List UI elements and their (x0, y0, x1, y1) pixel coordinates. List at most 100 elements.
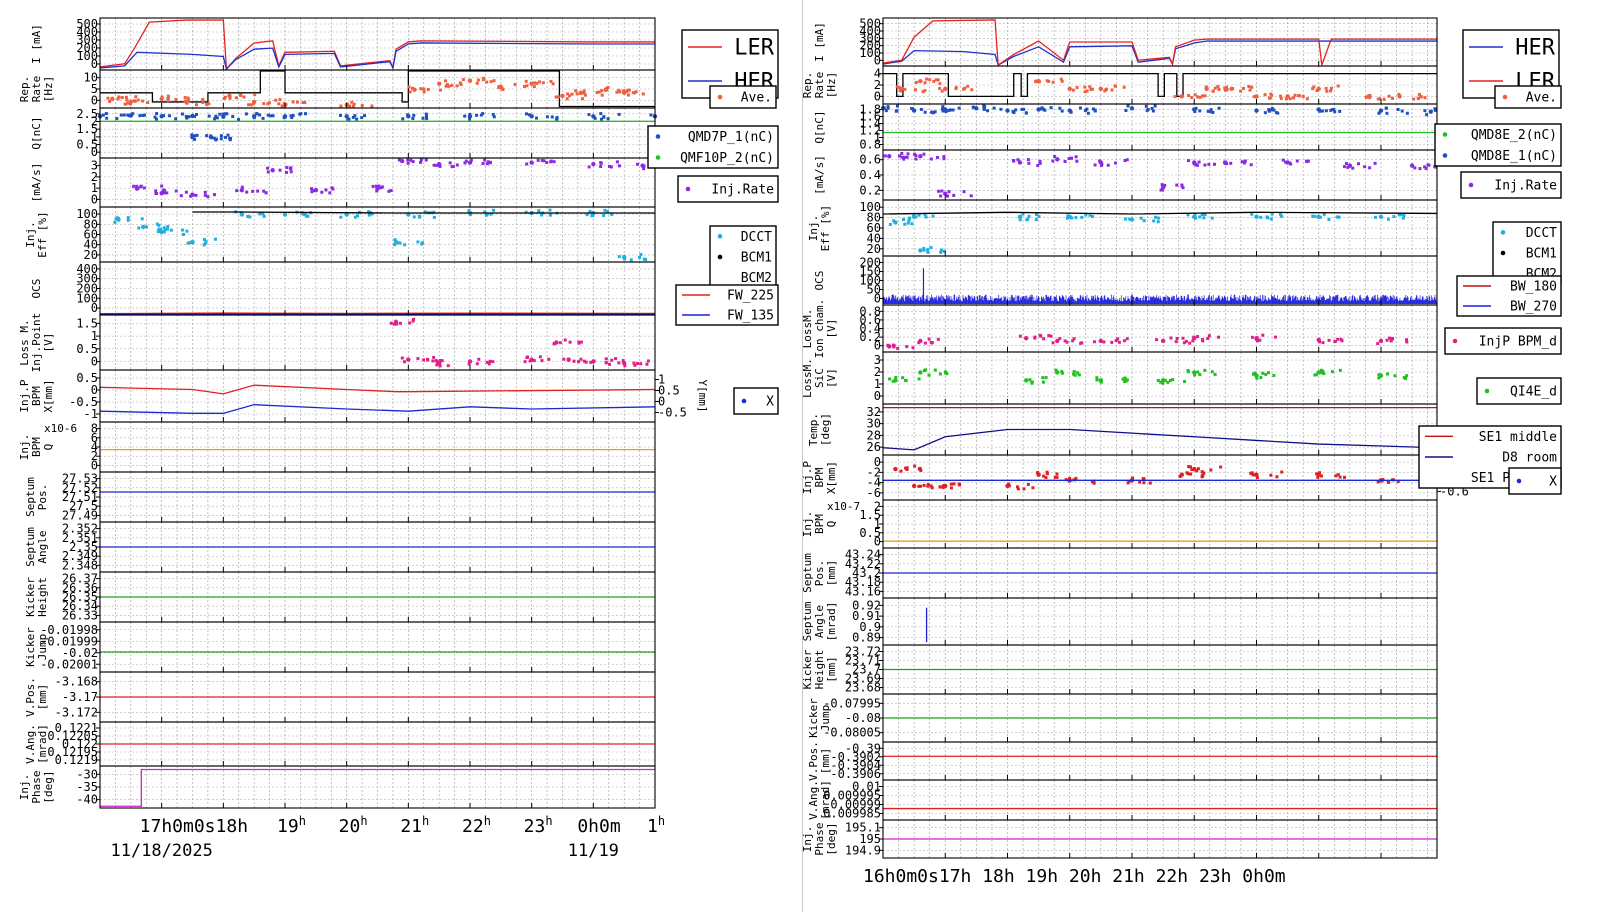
series-inj-rate-point (184, 190, 188, 194)
ylabel-line-deg: [deg] (819, 413, 832, 446)
xtick-label-21h: 21h (400, 814, 429, 837)
series-inj-rate-point (1357, 162, 1361, 166)
series-ave-point (201, 100, 205, 104)
row-9-inj-p-bpm-x-mm: 0-2-4-60-0.2-0.4-0.6Inj.PBPMX[mm] (803, 454, 1469, 501)
series-qmd7p-1-nc-point (104, 112, 108, 116)
series-qmd8e-1-nc-point (894, 109, 898, 113)
series-ave-point (1193, 93, 1197, 97)
series-inj-rate-point (1175, 183, 1179, 187)
series-dcct-point (1026, 217, 1030, 221)
series-qi4e-d-point (1210, 370, 1214, 374)
series-loss-point (614, 357, 618, 361)
series-dcct-point (356, 214, 360, 218)
row-2-q-nc: 2.521.510.50Q[nC] (30, 107, 658, 159)
series-ave-point (1241, 87, 1245, 91)
series-qmd8e-1-nc-point (1267, 108, 1271, 112)
series-inj-rate-point (937, 189, 941, 193)
series-qmd8e-1-nc-point (1153, 104, 1157, 108)
series-inj-rate-point (609, 165, 613, 169)
legend-label-ler: LER (734, 36, 774, 61)
series-qmd8e-1-nc-point (1405, 111, 1409, 115)
series-injp-bpm-d-point (1206, 336, 1210, 340)
ytick-label-0-1219: 0.1219 (55, 753, 98, 767)
series-injp-bpm-d-point (886, 343, 890, 347)
series-ave-point (954, 85, 958, 89)
series-inj-rate-point (1160, 183, 1164, 187)
series-ave-point (634, 90, 638, 94)
series-y-point (1275, 475, 1279, 479)
series-loss-point (392, 322, 396, 326)
series-ave-point (408, 90, 412, 94)
series-dcct-point (1193, 216, 1197, 220)
row-12-septum-angle-mrad: 0.920.910.90.89Septum Angle [mrad] (803, 597, 1438, 646)
series-dcct-point (213, 237, 217, 241)
legend-swatch-ave (717, 94, 723, 100)
series-y-point (918, 484, 922, 488)
series-inj-rate-point (1036, 163, 1040, 167)
row-11-kicker-height: 26.3726.3626.3526.3426.33Kicker Height (24, 571, 656, 623)
xtick-labels: 16h0m0s17h 18h 19h 20h 21h 22h 23h 0h0m (863, 866, 1286, 887)
series-dcct-point (1154, 215, 1158, 219)
series-qmd7p-1-nc-point (101, 113, 105, 117)
series-dcct-point (1313, 214, 1317, 218)
series-ave-point (234, 96, 238, 100)
series-inj-rate-point (154, 189, 158, 193)
series-inj-rate-point (266, 170, 270, 174)
series-qi4e-d-point (924, 368, 928, 372)
series-ave-point (1083, 90, 1087, 94)
series-qi4e-d-point (1261, 371, 1265, 375)
series-y-point (1200, 470, 1204, 474)
series-ave-point (186, 96, 190, 100)
xtick-label-1h: 1h (647, 814, 665, 837)
series-loss-point (608, 362, 612, 366)
series-inj-rate-point (212, 193, 216, 197)
series-qmd8e-1-nc-point (1037, 108, 1041, 112)
series-inj-rate-point (1038, 159, 1042, 163)
series-ave-point (124, 95, 128, 99)
series-dcct-point (166, 225, 170, 229)
legend-label-dcct: DCCT (741, 230, 772, 245)
series-y-point (893, 466, 898, 472)
legend-label-bcm1: BCM1 (1526, 247, 1557, 262)
row-1-rep-rate-hz: 1050Rep. Rate [Hz] (18, 69, 656, 109)
series-qmd7p-1-nc-point (187, 115, 191, 119)
ylabel-line-mm: [mm] (819, 748, 832, 775)
series-inj-rate-point (270, 168, 275, 173)
ytick-label-0-6: 0.6 (859, 153, 881, 167)
series-inj-rate-point (251, 189, 255, 193)
series-dcct-point (1337, 215, 1341, 219)
ytick-label-23-68: 23.68 (845, 681, 881, 695)
series-dcct-point (1027, 214, 1031, 218)
row-15-inj-phase-deg: -30-35-40Inj. Phase [deg] (18, 765, 656, 809)
series-ave-point (1247, 84, 1251, 88)
series-ave-point (1211, 89, 1215, 93)
series-qmd7p-1-nc-point (224, 135, 228, 139)
series-injp-bpm-d-point (905, 345, 909, 349)
legend-6: InjP BPM_d (1444, 327, 1562, 355)
row-5-ocs: 4003002001000OCS (30, 261, 656, 316)
series-bcm1-line (882, 211, 1438, 215)
series-bw-270-bars (882, 294, 1437, 304)
ytick-label-0: 0 (91, 93, 98, 107)
series-qmd8e-1-nc-point (1396, 107, 1400, 111)
series-ave-point (249, 103, 253, 107)
legend-1: Ave. (709, 85, 777, 109)
series-ave-point (537, 80, 541, 84)
series-y-point (1338, 475, 1342, 479)
series-qmd7p-1-nc-point (481, 112, 485, 116)
series-injp-bpm-d-point (1321, 341, 1325, 345)
series-y-point (949, 482, 953, 486)
series-dcct-point (548, 213, 552, 217)
series-qmd8e-1-nc-point (1377, 111, 1381, 115)
series-qmd7p-1-nc-point (128, 114, 132, 118)
series-ave-point (641, 92, 645, 96)
row-8-temp-deg: 32302826Temp. [deg] (807, 403, 1438, 456)
series-loss-point (567, 357, 571, 361)
series-inj-rate-point (1098, 159, 1102, 163)
series-ave-point (476, 78, 480, 82)
series-dcct-point (912, 214, 916, 218)
series-qmd8e-1-nc-point (1198, 109, 1202, 113)
legend-swatch-qmf10p-2-nc (655, 155, 661, 160)
series-dcct-point (922, 248, 926, 252)
series-y-point (1148, 481, 1152, 485)
